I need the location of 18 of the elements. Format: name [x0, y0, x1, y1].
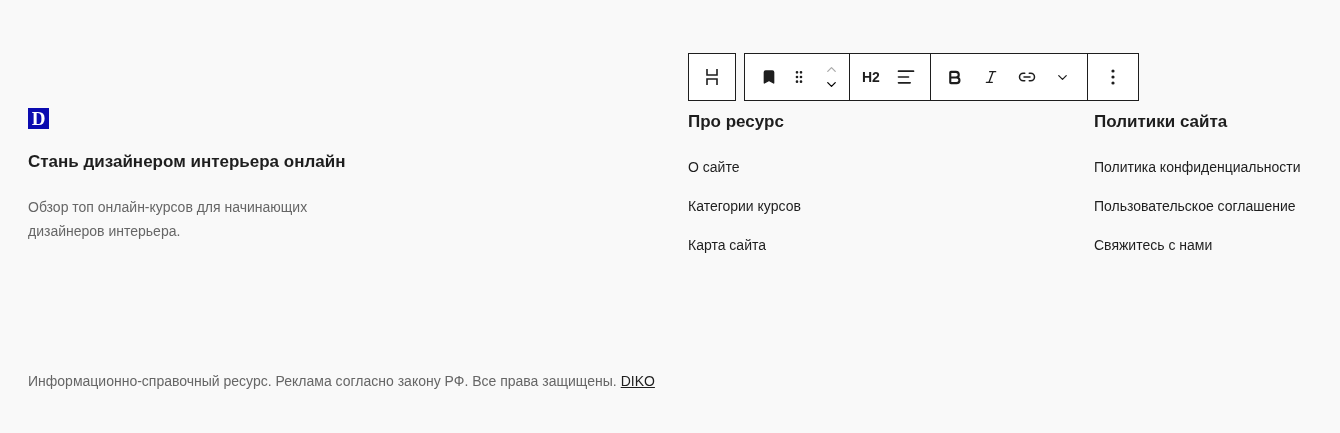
align-left-icon [895, 67, 916, 87]
more-options-icon [1110, 69, 1115, 85]
footer-link[interactable]: Пользовательское соглашение [1094, 195, 1340, 216]
site-logo: D [28, 108, 49, 129]
footer-link[interactable]: Категории курсов [688, 195, 1094, 216]
footer-link[interactable]: Карта сайта [688, 234, 1094, 255]
heading-level-button[interactable]: H2 [862, 54, 880, 100]
bookmark-icon [761, 69, 777, 85]
site-title: Стань дизайнером интерьера онлайн [28, 151, 347, 173]
copyright-text: Информационно-справочный ресурс. Реклама согласно закону РФ. Все права защищены. [28, 372, 617, 391]
site-description: Обзор топ онлайн-курсов для начинающих дизайнеров интерьера. [28, 197, 309, 241]
column-heading: Про ресурс [688, 111, 785, 133]
footer-link[interactable]: Политика конфиденциальности [1094, 156, 1340, 177]
block-type-icon [705, 68, 719, 86]
footer-brand-link[interactable]: DIKO [620, 371, 655, 391]
footer-link[interactable]: О сайте [688, 156, 1094, 177]
footer-link[interactable]: Свяжитесь с нами [1094, 234, 1340, 255]
column-heading: Политики сайта [1094, 111, 1229, 133]
